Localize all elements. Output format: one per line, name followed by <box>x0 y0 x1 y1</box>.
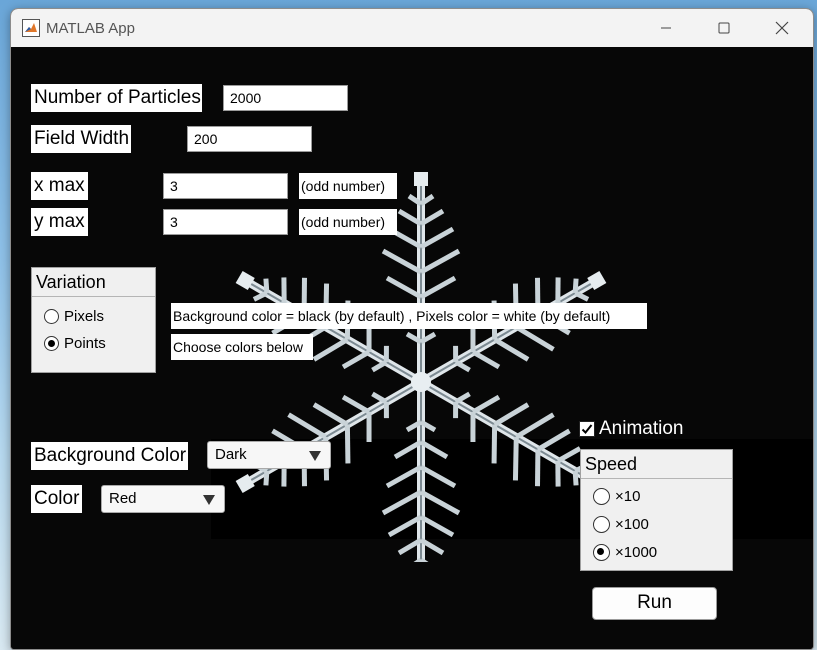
speed-option-label: ×100 <box>615 515 649 533</box>
speed-option-label: ×10 <box>615 487 641 505</box>
app-canvas: Number of Particles 2000 Field Width 200… <box>11 47 813 649</box>
info-text-colors: Background color = black (by default) , … <box>171 303 647 329</box>
speed-title: Speed <box>581 450 732 479</box>
ymax-input[interactable]: 3 <box>163 209 288 235</box>
window-title: MATLAB App <box>46 20 135 37</box>
ymax-hint: (odd number) <box>299 209 397 235</box>
animation-label: Animation <box>599 418 684 439</box>
checkbox-checked-icon <box>579 421 595 437</box>
color-label: Color <box>31 485 82 513</box>
variation-option-points[interactable]: Points <box>44 332 106 354</box>
run-button[interactable]: Run <box>592 587 717 620</box>
app-window: MATLAB App Number of Particles 2000 Fiel… <box>10 8 814 650</box>
variation-option-pixels[interactable]: Pixels <box>44 305 104 327</box>
field-width-input[interactable]: 200 <box>187 126 312 152</box>
ymax-label: y max <box>31 208 88 236</box>
xmax-label: x max <box>31 172 88 200</box>
speed-option-x10[interactable]: ×10 <box>593 485 640 507</box>
maximize-icon <box>718 22 730 34</box>
background-color-label: Background Color <box>31 442 188 470</box>
close-icon <box>775 21 789 35</box>
info-text-choose: Choose colors below <box>171 334 313 360</box>
minimize-button[interactable] <box>637 9 695 47</box>
checkmark-icon <box>581 424 593 434</box>
background-color-value: Dark <box>215 446 247 463</box>
speed-option-x100[interactable]: ×100 <box>593 513 649 535</box>
maximize-button[interactable] <box>695 9 753 47</box>
radio-icon <box>593 515 610 533</box>
title-bar[interactable]: MATLAB App <box>11 9 813 47</box>
variation-option-label: Points <box>64 334 106 352</box>
variation-panel: Variation Pixels Points <box>31 267 156 373</box>
variation-title: Variation <box>32 268 155 297</box>
speed-option-x1000[interactable]: ×1000 <box>593 541 657 563</box>
minimize-icon <box>661 27 671 29</box>
particles-input[interactable]: 2000 <box>223 85 348 111</box>
color-dropdown[interactable]: Red <box>101 485 225 513</box>
background-color-dropdown[interactable]: Dark <box>207 441 331 469</box>
speed-panel: Speed ×10 ×100 ×1000 <box>580 449 733 571</box>
xmax-input[interactable]: 3 <box>163 173 288 199</box>
radio-selected-icon <box>44 335 59 351</box>
animation-checkbox[interactable]: Animation <box>579 418 684 440</box>
xmax-hint: (odd number) <box>299 173 397 199</box>
close-button[interactable] <box>753 9 811 47</box>
variation-option-label: Pixels <box>64 307 105 325</box>
radio-icon <box>44 308 59 324</box>
field-width-label: Field Width <box>31 125 131 153</box>
particles-label: Number of Particles <box>31 84 202 112</box>
color-value: Red <box>109 490 137 507</box>
radio-icon <box>593 487 610 505</box>
chevron-down-icon <box>309 451 321 461</box>
chevron-down-icon <box>203 495 215 505</box>
speed-option-label: ×1000 <box>615 543 658 561</box>
matlab-logo-icon <box>22 19 40 37</box>
radio-selected-icon <box>593 543 610 561</box>
